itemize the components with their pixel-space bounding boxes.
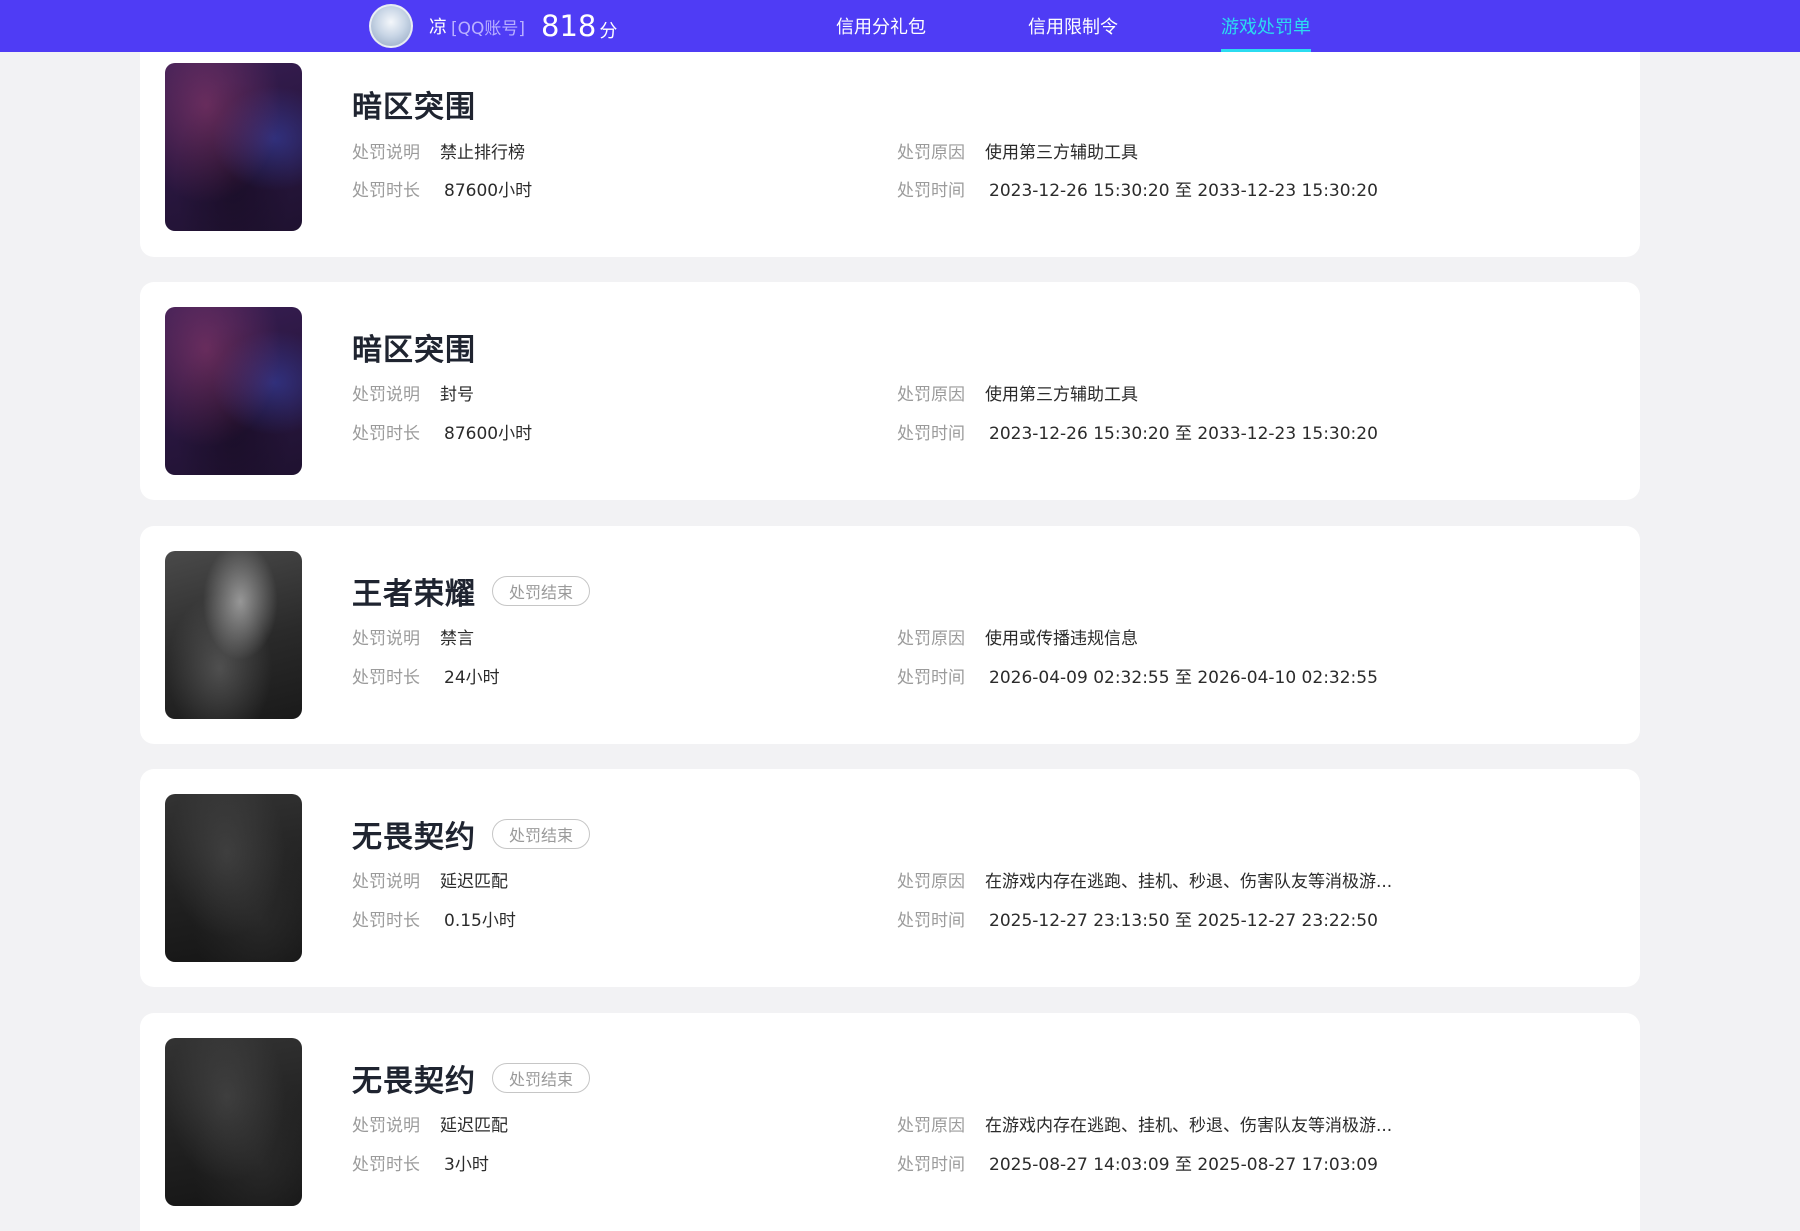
penalty-reason: 处罚原因 使用第三方辅助工具 [897,385,1138,405]
status-badge: 处罚结束 [492,576,591,606]
penalty-card: 暗区突围 处罚说明 禁止排行榜 处罚原因 使用第三方辅助工具 处罚时长 8760… [140,20,1640,257]
status-badge: 处罚结束 [492,819,591,849]
penalty-description: 处罚说明 禁言 [352,629,474,649]
penalty-description: 处罚说明 延迟匹配 [352,872,508,892]
card-title-row: 暗区突围 [352,82,476,126]
penalty-time: 处罚时间 2023-12-26 15:30:20 至 2033-12-23 15… [897,424,1378,444]
game-title: 暗区突围 [352,90,476,125]
penalty-reason: 处罚原因 在游戏内存在逃跑、挂机、秒退、伤害队友等消极游... [897,1116,1393,1136]
penalty-card: 无畏契约 处罚结束 处罚说明 延迟匹配 处罚原因 在游戏内存在逃跑、挂机、秒退、… [140,769,1640,987]
penalty-duration: 处罚时长 87600小时 [352,181,533,201]
penalty-duration: 处罚时长 0.15小时 [352,911,516,931]
penalty-card: 无畏契约 处罚结束 处罚说明 延迟匹配 处罚原因 在游戏内存在逃跑、挂机、秒退、… [140,1013,1640,1231]
nav-tab-credit-gift[interactable]: 信用分礼包 [836,0,926,52]
penalty-description: 处罚说明 延迟匹配 [352,1116,508,1136]
penalty-time: 处罚时间 2025-12-27 23:13:50 至 2025-12-27 23… [897,911,1378,931]
username: 凉 [429,17,447,38]
game-cover-image [165,794,302,962]
nav-tab-game-penalty[interactable]: 游戏处罚单 [1221,0,1311,52]
credit-score-unit: 分 [599,21,618,42]
game-title: 无畏契约 [352,820,476,855]
penalty-reason: 处罚原因 在游戏内存在逃跑、挂机、秒退、伤害队友等消极游... [897,872,1393,892]
penalty-duration: 处罚时长 24小时 [352,668,500,688]
penalty-description: 处罚说明 封号 [352,385,474,405]
game-cover-image [165,1038,302,1206]
penalty-time: 处罚时间 2026-04-09 02:32:55 至 2026-04-10 02… [897,668,1378,688]
card-title-row: 无畏契约 处罚结束 [352,1056,591,1100]
game-cover-image [165,307,302,475]
penalty-reason: 处罚原因 使用或传播违规信息 [897,629,1138,649]
game-title: 王者荣耀 [352,577,476,612]
user-info: 凉 [QQ账号] 818 分 [369,0,617,52]
penalty-card: 王者荣耀 处罚结束 处罚说明 禁言 处罚原因 使用或传播违规信息 处罚时长 24… [140,526,1640,744]
card-title-row: 王者荣耀 处罚结束 [352,569,591,613]
account-type: [QQ账号] [451,18,526,39]
status-badge: 处罚结束 [492,1063,591,1093]
credit-score: 818 [541,9,597,43]
penalty-time: 处罚时间 2025-08-27 14:03:09 至 2025-08-27 17… [897,1155,1378,1175]
penalty-duration: 处罚时长 3小时 [352,1155,489,1175]
top-bar: 凉 [QQ账号] 818 分 信用分礼包 信用限制令 游戏处罚单 [0,0,1800,52]
penalty-reason: 处罚原因 使用第三方辅助工具 [897,143,1138,163]
card-title-row: 无畏契约 处罚结束 [352,812,591,856]
game-cover-image [165,551,302,719]
card-title-row: 暗区突围 [352,325,476,369]
user-avatar[interactable] [369,4,413,48]
penalty-description: 处罚说明 禁止排行榜 [352,143,525,163]
game-title: 暗区突围 [352,333,476,368]
nav-tab-credit-restriction[interactable]: 信用限制令 [1028,0,1118,52]
penalty-time: 处罚时间 2023-12-26 15:30:20 至 2033-12-23 15… [897,181,1378,201]
game-cover-image [165,63,302,231]
penalty-card: 暗区突围 处罚说明 封号 处罚原因 使用第三方辅助工具 处罚时长 87600小时… [140,282,1640,500]
penalty-duration: 处罚时长 87600小时 [352,424,533,444]
game-title: 无畏契约 [352,1064,476,1099]
